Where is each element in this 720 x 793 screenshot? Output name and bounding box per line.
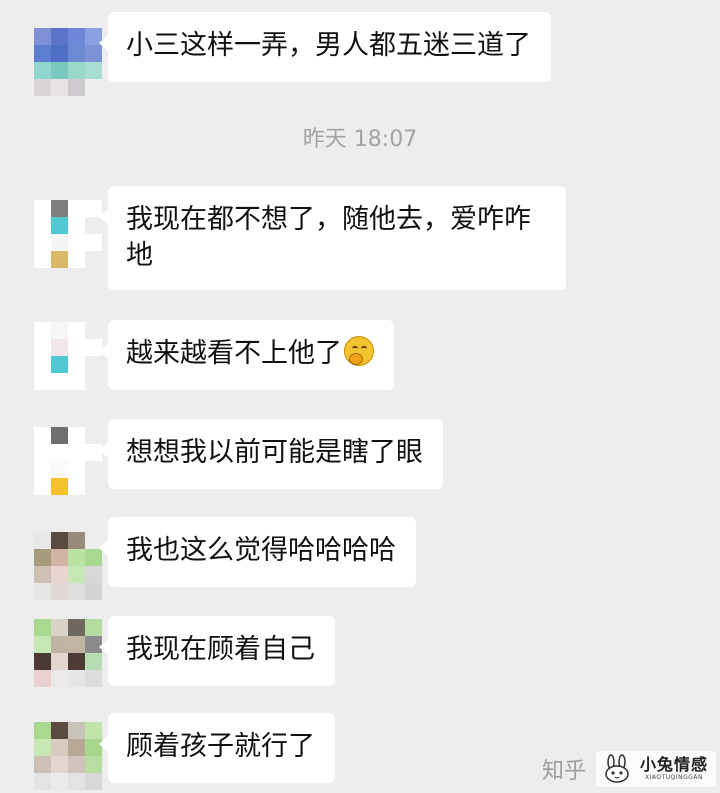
message-text: 顾着孩子就行了	[126, 731, 315, 762]
message-text: 越来越看不上他了	[126, 338, 342, 369]
message-bubble[interactable]: 我也这么觉得哈哈哈哈	[99, 517, 416, 587]
message-bubble[interactable]: 想想我以前可能是瞎了眼	[99, 419, 443, 489]
message-bubble[interactable]: 我现在顾着自己	[99, 616, 335, 686]
brand-title: 小兔情感	[639, 755, 708, 774]
message-bubble[interactable]: 顾着孩子就行了	[99, 713, 335, 783]
brand-subtitle: XIAOTUQINGGAN	[644, 774, 703, 781]
brand-badge: 小兔情感 XIAOTUQINGGAN	[595, 751, 716, 787]
avatar[interactable]	[34, 532, 102, 600]
message-text: 我现在顾着自己	[126, 634, 315, 665]
message-text: 我也这么觉得哈哈哈哈	[126, 535, 396, 566]
message-text: 小三这样一弄，男人都五迷三道了	[126, 30, 531, 61]
avatar[interactable]	[34, 722, 102, 790]
zhihu-watermark: 知乎	[541, 759, 586, 784]
message-bubble[interactable]: 越来越看不上他了	[99, 320, 394, 390]
message-text: 我现在都不想了，随他去，爱咋咋地	[126, 204, 531, 271]
message-bubble[interactable]: 小三这样一弄，男人都五迷三道了	[99, 12, 551, 82]
avatar[interactable]	[34, 619, 102, 687]
avatar[interactable]	[34, 427, 102, 495]
avatar[interactable]	[34, 322, 102, 390]
rabbit-logo-icon	[605, 754, 629, 783]
chat-timestamp: 昨天 18:07	[302, 127, 418, 152]
avatar[interactable]	[34, 28, 102, 96]
watermark: 知乎 小兔情感 XIAOTUQINGGAN	[542, 751, 716, 787]
message-text: 想想我以前可能是瞎了眼	[126, 437, 423, 468]
message-bubble[interactable]: 我现在都不想了，随他去，爱咋咋地	[99, 186, 566, 290]
avatar[interactable]	[34, 200, 102, 268]
thinking-face-icon	[344, 336, 374, 366]
